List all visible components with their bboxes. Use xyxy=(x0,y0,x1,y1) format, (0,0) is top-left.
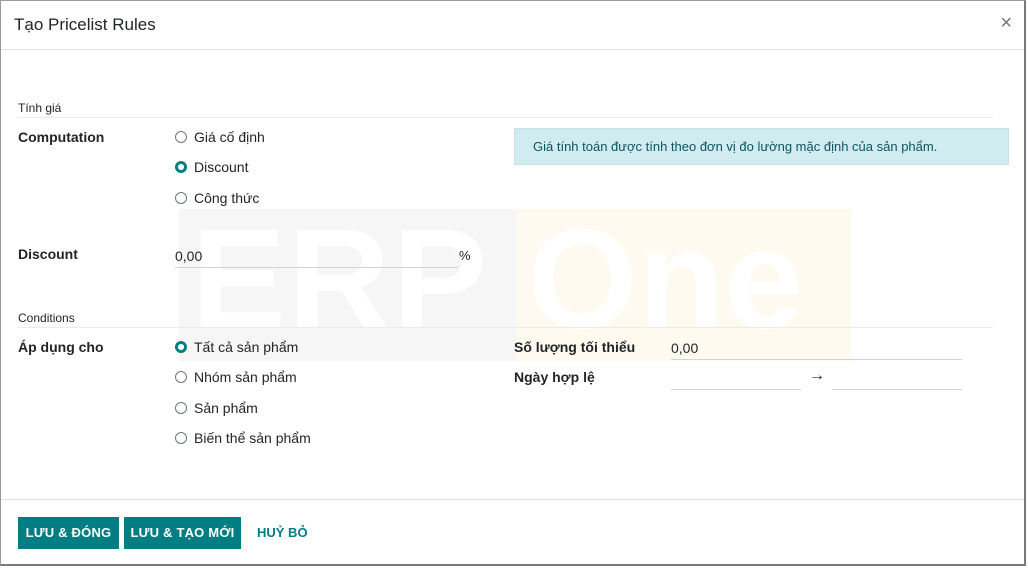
save-close-button[interactable]: LƯU & ĐÓNG xyxy=(18,517,119,549)
apply-option-label: Nhóm sản phẩm xyxy=(194,369,297,385)
computation-option-formula[interactable]: Công thức xyxy=(175,190,259,206)
apply-option-product[interactable]: Sản phẩm xyxy=(175,400,258,416)
discount-input[interactable]: 0,00 xyxy=(175,248,202,264)
computation-option-discount[interactable]: Discount xyxy=(175,159,248,175)
computation-option-label: Giá cố định xyxy=(194,129,265,145)
computation-option-label: Discount xyxy=(194,159,249,175)
date-start-input[interactable] xyxy=(671,370,801,388)
computation-option-fixed[interactable]: Giá cố định xyxy=(175,129,265,145)
apply-option-product-category[interactable]: Nhóm sản phẩm xyxy=(175,369,297,385)
discount-percent-unit: % xyxy=(459,248,471,263)
apply-option-label: Biến thể sản phẩm xyxy=(194,430,311,446)
min-quantity-underline xyxy=(671,359,962,360)
pricing-section-divider xyxy=(18,117,993,118)
radio-unchecked-icon[interactable] xyxy=(175,402,187,414)
conditions-section-divider xyxy=(18,327,993,328)
apply-option-label: Tất cả sản phẩm xyxy=(194,339,299,355)
discount-input-underline xyxy=(175,267,458,268)
radio-unchecked-icon[interactable] xyxy=(175,371,187,383)
dialog-header: Tạo Pricelist Rules × xyxy=(1,1,1024,50)
uom-info-alert: Giá tính toán được tính theo đơn vị đo l… xyxy=(514,128,1009,165)
computation-label: Computation xyxy=(18,129,105,145)
arrow-right-icon: → xyxy=(809,367,825,384)
pricelist-rule-dialog: Tạo Pricelist Rules × ERP One Tính giá C… xyxy=(0,0,1026,566)
dialog-title: Tạo Pricelist Rules xyxy=(14,15,156,34)
date-start-underline xyxy=(671,389,801,390)
validity-label: Ngày hợp lệ xyxy=(514,369,595,385)
apply-option-product-variant[interactable]: Biến thể sản phẩm xyxy=(175,430,311,446)
radio-checked-icon[interactable] xyxy=(175,341,187,353)
apply-on-label: Áp dụng cho xyxy=(18,339,104,355)
apply-option-all-products[interactable]: Tất cả sản phẩm xyxy=(175,339,298,355)
radio-checked-icon[interactable] xyxy=(175,161,187,173)
radio-unchecked-icon[interactable] xyxy=(175,432,187,444)
min-quantity-input[interactable]: 0,00 xyxy=(671,340,698,356)
radio-unchecked-icon[interactable] xyxy=(175,192,187,204)
close-icon[interactable]: × xyxy=(1000,11,1012,35)
apply-option-label: Sản phẩm xyxy=(194,400,258,416)
save-new-button[interactable]: LƯU & TẠO MỚI xyxy=(124,517,241,549)
discard-button[interactable]: HUỶ BỎ xyxy=(257,517,308,549)
radio-unchecked-icon[interactable] xyxy=(175,131,187,143)
date-end-input[interactable] xyxy=(832,370,962,388)
computation-option-label: Công thức xyxy=(194,190,260,206)
pricing-section-title: Tính giá xyxy=(18,101,62,115)
min-quantity-label: Số lượng tối thiểu xyxy=(514,339,636,355)
date-end-underline xyxy=(832,389,962,390)
discount-label: Discount xyxy=(18,246,78,262)
conditions-section-title: Conditions xyxy=(18,311,75,325)
dialog-footer-divider xyxy=(1,499,1024,500)
